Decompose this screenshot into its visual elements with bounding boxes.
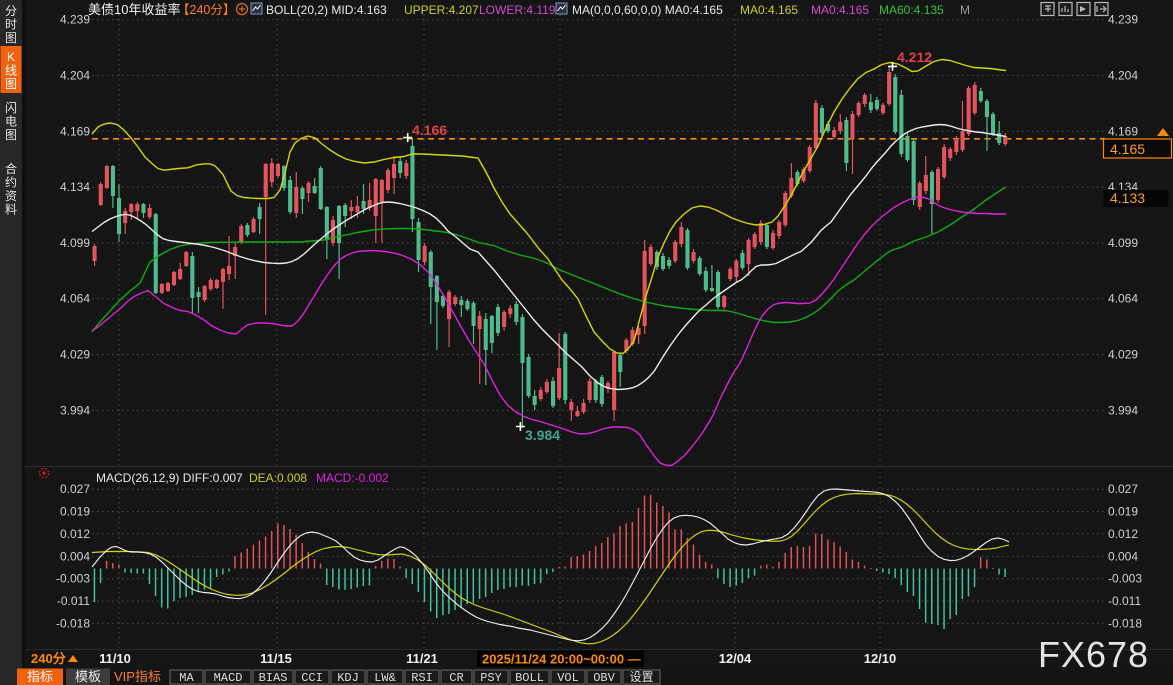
svg-text:VIP指标: VIP指标 [114,669,161,684]
svg-text:0.027: 0.027 [60,482,90,496]
svg-text:4.029: 4.029 [1108,348,1138,362]
svg-text:3.994: 3.994 [1108,403,1138,417]
svg-text:4.212: 4.212 [897,49,932,65]
svg-text:LOWER:4.119: LOWER:4.119 [479,3,556,17]
svg-text:0.004: 0.004 [60,549,90,563]
svg-text:RSI: RSI [411,671,433,685]
svg-text:指标: 指标 [27,669,53,684]
svg-text:VOL: VOL [557,671,579,685]
svg-text:闪: 闪 [5,101,17,115]
svg-text:MACD(26,12,9) DIFF:0.007: MACD(26,12,9) DIFF:0.007 [96,471,243,485]
svg-text:0.004: 0.004 [1108,549,1138,563]
svg-text:12/10: 12/10 [864,651,897,666]
svg-text:4.099: 4.099 [60,236,90,250]
svg-text:4.169: 4.169 [1108,124,1138,138]
svg-text:4.064: 4.064 [1108,292,1138,306]
svg-text:3.984: 3.984 [525,427,560,443]
svg-text:CR: CR [449,671,463,685]
svg-text:MA60:4.135: MA60:4.135 [879,3,944,17]
svg-text:LW&: LW& [374,671,396,685]
svg-text:时: 时 [5,18,17,32]
svg-text:【240分】: 【240分】 [177,3,235,17]
svg-text:图: 图 [5,128,17,142]
svg-text:4.239: 4.239 [60,13,90,27]
svg-text:4.239: 4.239 [1108,13,1138,27]
svg-text:MACD: MACD [214,671,243,685]
svg-text:11/15: 11/15 [260,651,292,666]
svg-text:4.165: 4.165 [1110,141,1145,157]
svg-text:CCI: CCI [301,671,323,685]
svg-text:0.019: 0.019 [60,505,90,519]
svg-text:KDJ: KDJ [337,671,359,685]
svg-text:4.169: 4.169 [60,124,90,138]
svg-text:DEA:0.008: DEA:0.008 [249,471,307,485]
svg-text:MA0:4.165: MA0:4.165 [811,3,869,17]
svg-text:资: 资 [5,189,17,203]
svg-text:合: 合 [5,161,17,176]
svg-text:11/10: 11/10 [99,651,131,666]
svg-text:MA: MA [179,671,194,685]
svg-text:K: K [7,50,15,64]
svg-text:0.012: 0.012 [60,527,90,541]
svg-text:4.204: 4.204 [1108,69,1138,83]
svg-text:PSY: PSY [480,671,502,685]
svg-text:分: 分 [5,4,17,18]
svg-text:4.204: 4.204 [60,69,90,83]
svg-text:-0.018: -0.018 [56,616,90,630]
svg-text:0.019: 0.019 [1108,505,1138,519]
svg-text:BOLL: BOLL [515,671,544,685]
svg-text:UPPER:4.207: UPPER:4.207 [404,3,479,17]
svg-text:BOLL(20,2) MID:4.163: BOLL(20,2) MID:4.163 [266,3,387,17]
svg-text:240分: 240分 [31,651,66,666]
svg-text:图: 图 [5,77,17,91]
svg-text:0.027: 0.027 [1108,482,1138,496]
svg-text:4.133: 4.133 [1110,190,1145,206]
svg-text:2025/11/24 20:00~00:00 —: 2025/11/24 20:00~00:00 — [482,652,641,667]
svg-text:设置: 设置 [629,670,653,685]
svg-text:4.134: 4.134 [60,180,90,194]
svg-text:11/21: 11/21 [406,651,438,666]
svg-text:料: 料 [5,203,17,217]
svg-text:-0.018: -0.018 [1108,616,1142,630]
svg-text:MA0:4.165: MA0:4.165 [740,3,798,17]
svg-text:MA(0,0,0,60,0,0) MA0:4.165: MA(0,0,0,60,0,0) MA0:4.165 [572,3,723,17]
svg-text:-0.011: -0.011 [57,594,90,608]
svg-text:4.099: 4.099 [1108,236,1138,250]
svg-text:-0.003: -0.003 [1108,572,1142,586]
svg-text:3.994: 3.994 [60,403,90,417]
svg-text:BIAS: BIAS [259,671,288,685]
svg-text:4.166: 4.166 [412,122,447,138]
svg-text:M: M [960,3,970,17]
svg-text:-0.011: -0.011 [1108,594,1141,608]
svg-text:MACD:-0.002: MACD:-0.002 [316,471,389,485]
svg-text:图: 图 [5,31,17,45]
svg-text:约: 约 [5,175,17,190]
svg-text:4.029: 4.029 [60,348,90,362]
svg-text:模板: 模板 [75,669,101,684]
svg-text:OBV: OBV [593,671,615,685]
svg-text:美债10年收益率: 美债10年收益率 [88,2,180,17]
svg-text:12/04: 12/04 [719,651,752,666]
svg-text:-0.003: -0.003 [56,572,90,586]
svg-text:线: 线 [5,64,17,78]
svg-text:电: 电 [5,115,17,129]
svg-text:0.012: 0.012 [1108,527,1138,541]
svg-text:4.064: 4.064 [60,292,90,306]
